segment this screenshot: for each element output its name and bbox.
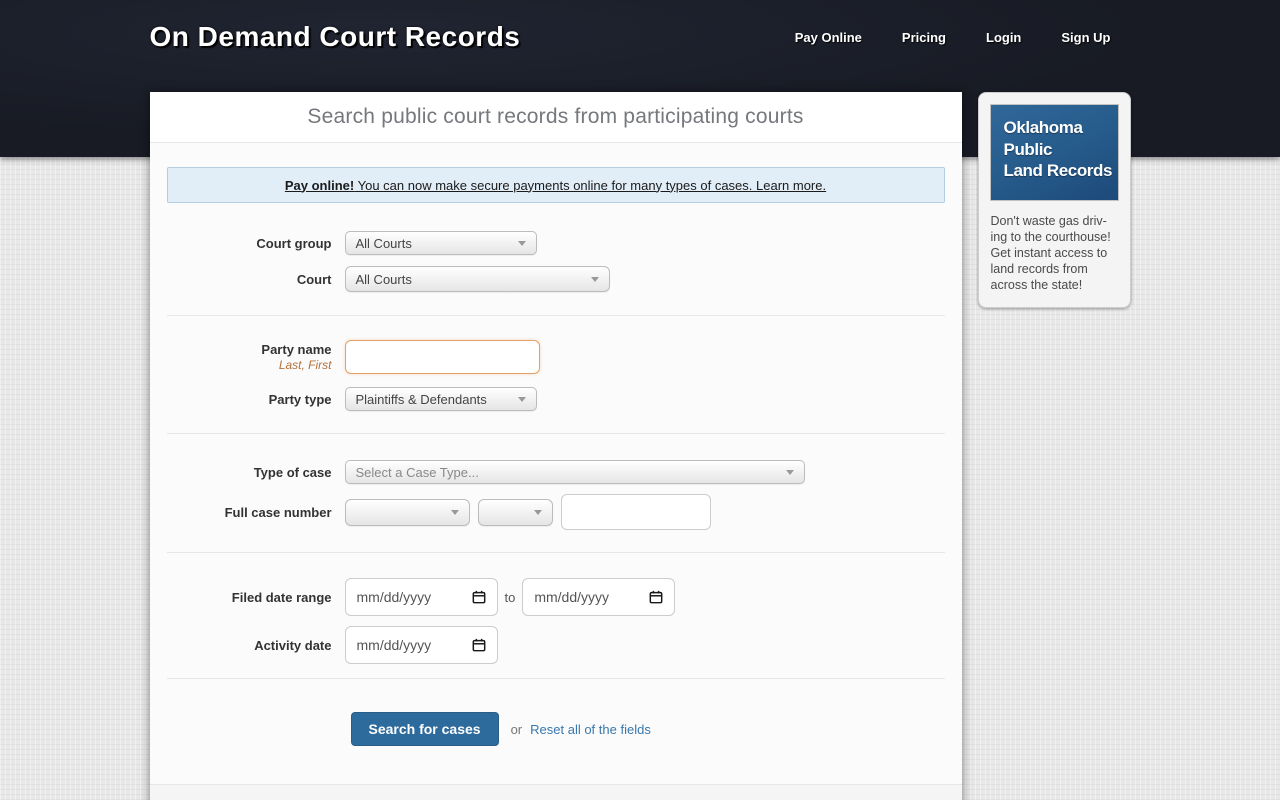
chevron-down-icon xyxy=(450,510,459,515)
banner-learn-more-link: Learn more. xyxy=(756,177,827,193)
case-number-input[interactable] xyxy=(560,494,711,530)
date-range-joiner: to xyxy=(504,589,516,605)
party-type-label: Party type xyxy=(268,391,332,407)
nav-login[interactable]: Login xyxy=(986,30,1021,45)
panel-footer xyxy=(149,784,962,800)
party-type-select[interactable]: Plaintiffs & Defendants xyxy=(344,387,537,411)
filed-date-from-input[interactable]: mm/dd/yyyy xyxy=(344,578,498,616)
case-type-select[interactable]: Select a Case Type... xyxy=(344,460,805,484)
nav-pay-online[interactable]: Pay Online xyxy=(795,30,862,45)
case-type-label: Type of case xyxy=(253,464,332,480)
filed-date-range-label: Filed date range xyxy=(231,589,332,605)
nav-sign-up[interactable]: Sign Up xyxy=(1061,30,1110,45)
calendar-icon[interactable] xyxy=(472,638,486,652)
court-value: All Courts xyxy=(355,271,412,287)
party-section: Party name Last, First Party type Plaint… xyxy=(166,316,945,434)
sidebar: Oklahoma Public Land Records Don't waste… xyxy=(977,92,1131,308)
ad-description: Don't waste gas driv- ing to the courtho… xyxy=(990,214,1111,292)
banner-body: You can now make secure payments online … xyxy=(354,177,757,193)
search-for-cases-button[interactable]: Search for cases xyxy=(350,712,499,746)
full-case-number-label: Full case number xyxy=(224,504,332,520)
filed-date-to-placeholder: mm/dd/yyyy xyxy=(534,589,610,605)
reset-fields-link[interactable]: Reset all of the fields xyxy=(530,722,651,737)
case-type-value: Select a Case Type... xyxy=(355,464,479,480)
banner-lead: Pay online! xyxy=(284,177,355,193)
action-section: Search for cases or Reset all of the fie… xyxy=(167,679,945,784)
court-select[interactable]: All Courts xyxy=(344,266,610,292)
chevron-down-icon xyxy=(590,277,599,282)
filed-date-to-input[interactable]: mm/dd/yyyy xyxy=(522,578,676,616)
calendar-icon[interactable] xyxy=(472,590,486,604)
party-name-label: Party name Last, First xyxy=(167,342,332,372)
or-text: or xyxy=(510,721,523,737)
party-type-value: Plaintiffs & Defendants xyxy=(355,391,487,407)
search-panel: Search public court records from partici… xyxy=(149,92,962,800)
page-title: Search public court records from partici… xyxy=(149,92,962,143)
case-number-year-select[interactable] xyxy=(344,498,470,526)
court-group-select[interactable]: All Courts xyxy=(344,231,537,255)
pay-online-banner: Pay online! You can now make secure paym… xyxy=(166,167,945,203)
chevron-down-icon xyxy=(517,241,526,246)
court-label: Court xyxy=(296,271,332,287)
filed-date-from-placeholder: mm/dd/yyyy xyxy=(356,589,432,605)
pay-online-banner-link[interactable]: Pay online! You can now make secure paym… xyxy=(285,178,826,193)
court-group-label: Court group xyxy=(256,235,332,251)
calendar-icon[interactable] xyxy=(649,590,663,604)
header: On Demand Court Records Pay Online Prici… xyxy=(150,0,1131,92)
case-section: Type of case Select a Case Type... Full … xyxy=(166,434,945,553)
chevron-down-icon xyxy=(533,510,542,515)
party-name-input[interactable] xyxy=(344,340,540,374)
oklahoma-land-records-ad-image[interactable]: Oklahoma Public Land Records xyxy=(989,104,1119,201)
nav-pricing[interactable]: Pricing xyxy=(902,30,946,45)
site-logo[interactable]: On Demand Court Records xyxy=(150,21,521,53)
case-number-prefix-select[interactable] xyxy=(477,498,553,526)
activity-date-placeholder: mm/dd/yyyy xyxy=(356,637,432,653)
court-section: Court group All Courts Court All Courts xyxy=(166,203,945,316)
land-records-ad-card: Oklahoma Public Land Records Don't waste… xyxy=(977,92,1131,308)
court-group-value: All Courts xyxy=(355,235,412,251)
activity-date-input[interactable]: mm/dd/yyyy xyxy=(344,626,498,664)
chevron-down-icon xyxy=(517,397,526,402)
activity-date-label: Activity date xyxy=(254,637,332,653)
chevron-down-icon xyxy=(785,470,794,475)
party-name-hint: Last, First xyxy=(278,358,332,372)
dates-section: Filed date range mm/dd/yyyy to mm/dd/yyy… xyxy=(166,553,945,679)
main-nav: Pay Online Pricing Login Sign Up xyxy=(795,30,1111,45)
